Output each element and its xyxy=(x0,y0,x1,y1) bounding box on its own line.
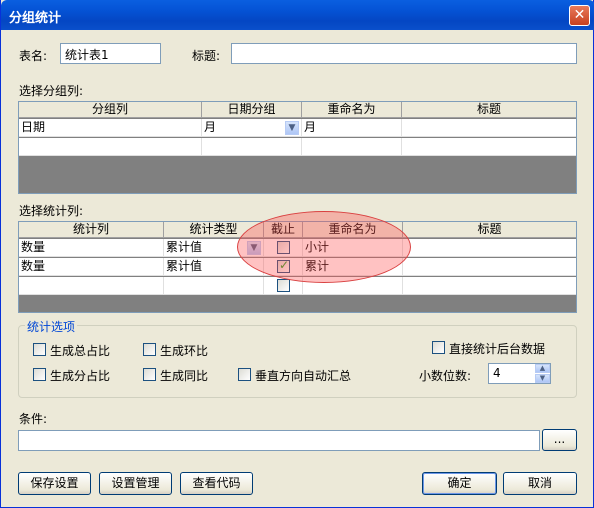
group-col-cell[interactable] xyxy=(19,138,202,156)
stat-col-cell[interactable]: 数量 xyxy=(19,258,164,276)
part-ratio-label: 生成分占比 xyxy=(50,369,111,383)
rename-cell[interactable] xyxy=(302,138,402,156)
stat-section-label: 选择统计列: xyxy=(19,204,84,218)
cancel-button[interactable]: 取消 xyxy=(503,472,577,495)
chevron-down-icon[interactable]: ▼ xyxy=(285,121,299,135)
title-bar: 分组统计 ✕ xyxy=(1,0,594,30)
ring-ratio-label: 生成环比 xyxy=(160,344,209,358)
stat-type-cell[interactable] xyxy=(164,277,264,295)
title-input[interactable] xyxy=(231,43,577,64)
ok-button[interactable]: 确定 xyxy=(422,472,497,495)
stat-col-cell[interactable]: 数量 xyxy=(19,239,164,257)
group-col-cell[interactable]: 日期 xyxy=(19,119,202,137)
chevron-up-icon[interactable]: ▲ xyxy=(535,364,550,373)
stat-col-header[interactable]: 统计列 xyxy=(19,222,164,238)
condition-input[interactable] xyxy=(18,430,540,451)
rename-header[interactable]: 重命名为 xyxy=(302,102,402,118)
chevron-down-icon[interactable]: ▼ xyxy=(535,374,550,383)
save-settings-button[interactable]: 保存设置 xyxy=(18,472,91,495)
date-group-cell[interactable] xyxy=(202,138,302,156)
decimals-label: 小数位数: xyxy=(419,369,472,383)
condition-label: 条件: xyxy=(19,412,48,426)
total-ratio-label: 生成总占比 xyxy=(50,344,111,358)
stat-col-cell[interactable] xyxy=(19,277,164,295)
manage-settings-button[interactable]: 设置管理 xyxy=(99,472,172,495)
table-row[interactable] xyxy=(19,138,576,156)
date-group-header[interactable]: 日期分组 xyxy=(202,102,302,118)
title-label: 标题: xyxy=(192,49,221,63)
title-cell[interactable] xyxy=(403,239,576,257)
highlight-annotation xyxy=(237,211,411,283)
total-ratio-checkbox[interactable] xyxy=(33,343,46,356)
part-ratio-checkbox[interactable] xyxy=(33,368,46,381)
table-row[interactable]: 日期 月 ▼ 月 xyxy=(19,119,576,137)
title-header[interactable]: 标题 xyxy=(403,222,576,238)
vertical-sum-checkbox[interactable] xyxy=(238,368,251,381)
window-title: 分组统计 xyxy=(9,11,62,26)
decimals-stepper[interactable]: 4 ▲ ▼ xyxy=(488,363,551,384)
browse-button[interactable]: ... xyxy=(542,429,577,451)
yoy-ratio-label: 生成同比 xyxy=(160,369,209,383)
yoy-ratio-checkbox[interactable] xyxy=(143,368,156,381)
title-cell[interactable] xyxy=(403,258,576,276)
ring-ratio-checkbox[interactable] xyxy=(143,343,156,356)
title-cell[interactable] xyxy=(402,119,576,137)
options-groupbox xyxy=(18,325,577,398)
decimals-value[interactable]: 4 xyxy=(493,366,501,380)
group-col-header[interactable]: 分组列 xyxy=(19,102,202,118)
title-header[interactable]: 标题 xyxy=(402,102,576,118)
rename-cell[interactable]: 月 xyxy=(302,119,402,137)
title-cell[interactable] xyxy=(402,138,576,156)
cutoff-checkbox[interactable] xyxy=(277,279,290,292)
group-grid[interactable]: 分组列 日期分组 重命名为 标题 日期 月 ▼ 月 xyxy=(18,101,577,194)
title-cell[interactable] xyxy=(403,277,576,295)
view-code-button[interactable]: 查看代码 xyxy=(180,472,253,495)
close-button[interactable]: ✕ xyxy=(569,5,590,26)
table-name-label: 表名: xyxy=(19,49,48,63)
direct-backend-label: 直接统计后台数据 xyxy=(449,342,546,356)
group-section-label: 选择分组列: xyxy=(19,84,84,98)
vertical-sum-label: 垂直方向自动汇总 xyxy=(255,369,352,383)
group-grid-header: 分组列 日期分组 重命名为 标题 xyxy=(19,102,576,118)
dialog-window: 分组统计 ✕ 表名: 统计表1 标题: 选择分组列: 分组列 日期分组 重命名为… xyxy=(0,0,594,508)
direct-backend-checkbox[interactable] xyxy=(432,341,445,354)
options-title: 统计选项 xyxy=(25,318,78,335)
table-name-input[interactable]: 统计表1 xyxy=(60,43,161,64)
